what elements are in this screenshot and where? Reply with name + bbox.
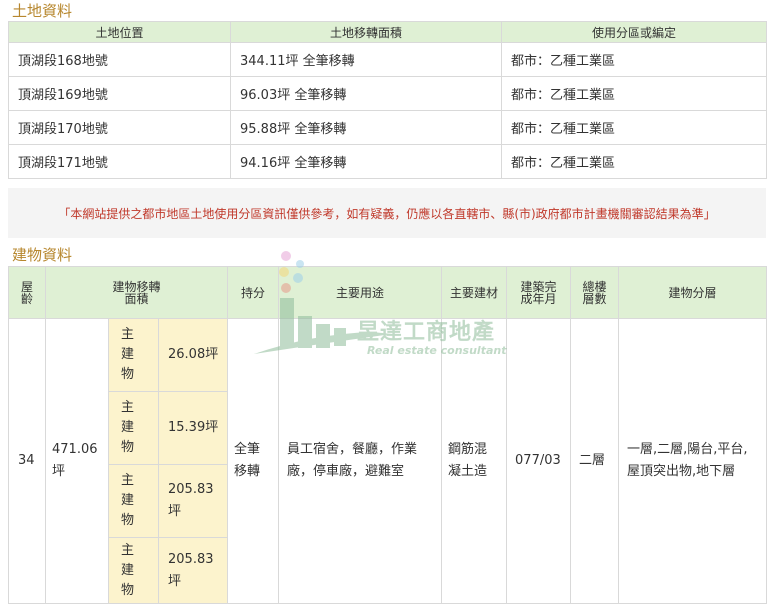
land-area: 344.11坪 全筆移轉 [230,42,502,77]
header-use: 主要用途 [278,266,443,319]
table-row: 頂湖段168地號 344.11坪 全筆移轉 都市：乙種工業區 [8,42,767,77]
building-total-area: 471.06坪 [45,318,109,604]
sub-label: 主建物 [108,391,159,465]
land-section-title: 土地資料 [12,2,73,20]
sub-area: 205.83坪 [157,537,229,604]
land-location: 頂湖段169地號 [8,76,231,111]
building-share: 全筆移轉 [227,318,280,604]
header-age: 屋齡 [8,266,46,319]
building-completed: 077/03 [506,318,572,604]
sub-label: 主建物 [108,318,159,392]
land-area: 95.88坪 全筆移轉 [230,110,502,145]
sub-area: 26.08坪 [157,318,229,392]
building-table: 屋齡 建物移轉面積 持分 主要用途 主要建材 建築完成年月 總樓層數 建物分層 … [8,266,768,604]
building-material: 鋼筋混凝土造 [441,318,508,604]
land-zoning: 都市：乙種工業區 [501,42,767,77]
table-row: 頂湖段170地號 95.88坪 全筆移轉 都市：乙種工業區 [8,110,767,145]
land-area: 94.16坪 全筆移轉 [230,144,502,179]
land-zoning: 都市：乙種工業區 [501,144,767,179]
land-location: 頂湖段171地號 [8,144,231,179]
land-location: 頂湖段168地號 [8,42,231,77]
land-location: 頂湖段170地號 [8,110,231,145]
sub-label: 主建物 [108,537,159,604]
building-levels: 一層,二層,陽台,平台,屋頂突出物,地下層 [618,318,768,604]
land-table: 土地位置 土地移轉面積 使用分區或編定 頂湖段168地號 344.11坪 全筆移… [8,21,767,179]
zoning-disclaimer: 「本網站提供之都市地區土地使用分區資訊僅供參考，如有疑義，仍應以各直轄市、縣(市… [8,188,766,238]
header-material: 主要建材 [441,266,508,319]
header-levels: 建物分層 [618,266,768,319]
table-row: 頂湖段169地號 96.03坪 全筆移轉 都市：乙種工業區 [8,76,767,111]
sub-area: 15.39坪 [157,391,229,465]
sub-area: 205.83坪 [157,464,229,538]
building-age: 34 [8,318,46,604]
land-zoning: 都市：乙種工業區 [501,76,767,111]
building-section-title: 建物資料 [12,246,73,264]
header-land-area: 土地移轉面積 [230,21,502,43]
header-land-location: 土地位置 [8,21,231,43]
header-share: 持分 [227,266,280,319]
header-area: 建物移轉面積 [44,266,229,319]
building-floors: 二層 [570,318,620,604]
header-land-zoning: 使用分區或編定 [501,21,767,43]
table-row: 頂湖段171地號 94.16坪 全筆移轉 都市：乙種工業區 [8,144,767,179]
land-table-header: 土地位置 土地移轉面積 使用分區或編定 [8,21,767,43]
header-completed: 建築完成年月 [506,266,572,319]
land-zoning: 都市：乙種工業區 [501,110,767,145]
table-row: 34 471.06坪 主建物 26.08坪 全筆移轉 員工宿舍，餐廳，作業廠，停… [8,318,768,604]
sub-label: 主建物 [108,464,159,538]
header-floors: 總樓層數 [570,266,620,319]
land-area: 96.03坪 全筆移轉 [230,76,502,111]
building-table-header: 屋齡 建物移轉面積 持分 主要用途 主要建材 建築完成年月 總樓層數 建物分層 [8,266,768,319]
building-use: 員工宿舍，餐廳，作業廠，停車廠，避難室 [278,318,443,604]
